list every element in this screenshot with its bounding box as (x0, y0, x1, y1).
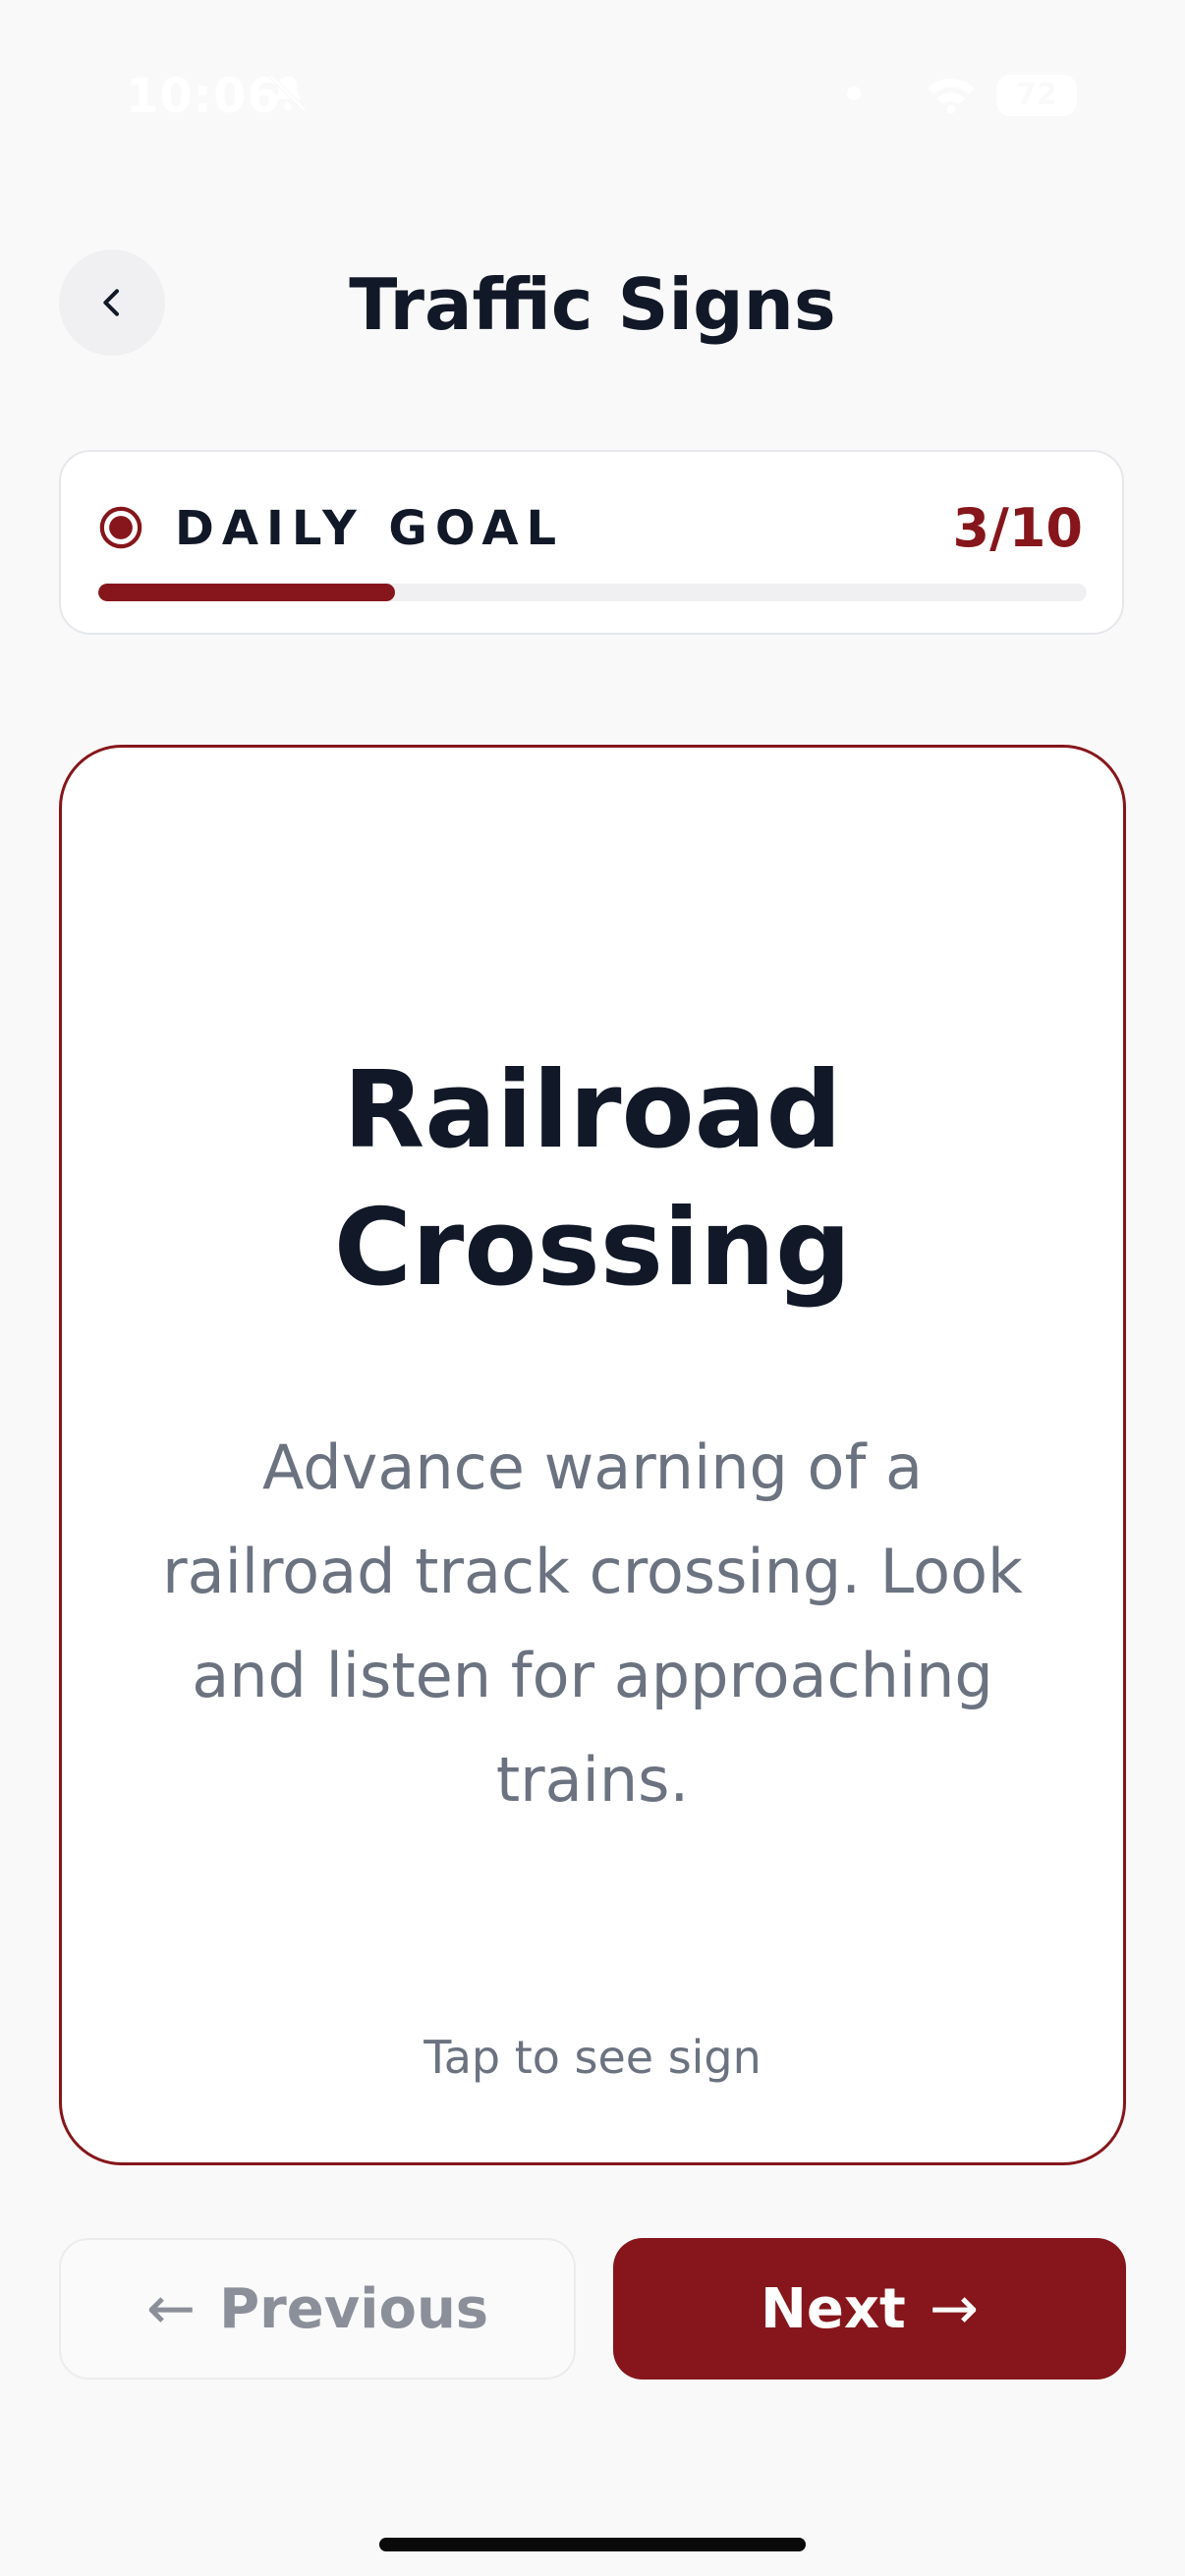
next-button[interactable]: Next → (613, 2238, 1126, 2380)
previous-button[interactable]: ← Previous (59, 2238, 576, 2380)
flashcard[interactable]: Railroad Crossing Advance warning of a r… (59, 745, 1126, 2165)
card-hint: Tap to see sign (423, 2031, 762, 2084)
daily-goal-progress-fill (98, 584, 395, 601)
arrow-left-icon: ← (145, 2274, 197, 2343)
card-definition: Advance warning of a railroad track cros… (162, 1431, 1023, 1816)
target-icon (99, 506, 142, 549)
home-indicator[interactable] (379, 2538, 806, 2551)
status-time: 10:06 (126, 69, 281, 124)
card-term: Railroad Crossing (333, 1049, 852, 1310)
daily-goal-progress-track (98, 584, 1087, 601)
daily-goal-card: DAILY GOAL 3/10 (59, 450, 1124, 635)
next-button-label: Next (760, 2276, 906, 2341)
wifi-icon (928, 79, 975, 114)
location-dot-icon (847, 86, 861, 100)
bell-off-icon (269, 75, 307, 112)
previous-button-label: Previous (219, 2276, 489, 2341)
header: Traffic Signs (0, 246, 1185, 364)
daily-goal-count: 3/10 (952, 497, 1083, 559)
status-bar: 10:06 72 (0, 0, 1185, 196)
arrow-right-icon: → (929, 2274, 980, 2343)
daily-goal-label: DAILY GOAL (175, 501, 565, 556)
page-title: Traffic Signs (349, 263, 836, 346)
battery-indicator: 72 (996, 75, 1077, 116)
